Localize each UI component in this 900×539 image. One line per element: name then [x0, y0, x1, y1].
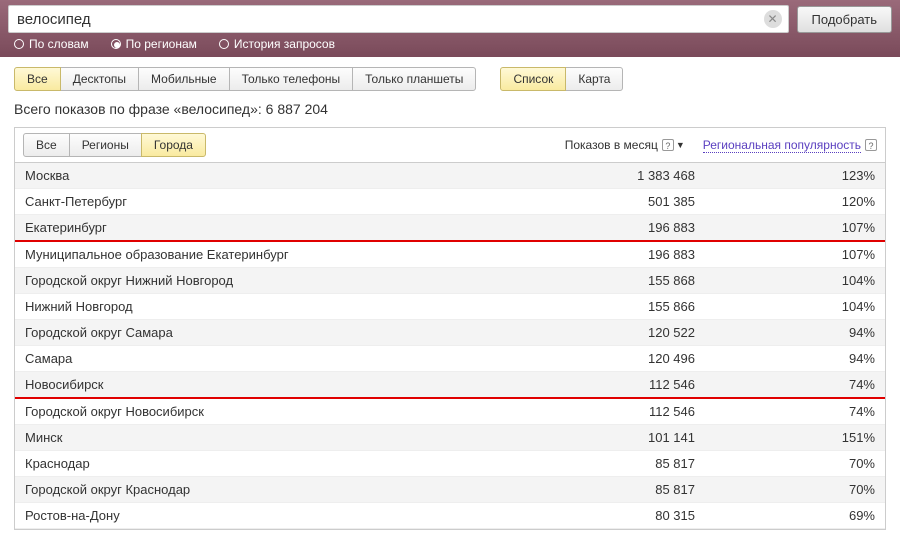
scope-tabs: ВсеРегионыГорода	[23, 133, 206, 157]
radio-label: По регионам	[126, 37, 197, 51]
scope-tab[interactable]: Все	[23, 133, 70, 157]
cell-region: Муниципальное образование Екатеринбург	[25, 247, 515, 262]
column-popularity-label[interactable]: Региональная популярность	[703, 138, 861, 153]
table-row: Городской округ Краснодар85 81770%	[15, 477, 885, 503]
table-row: Ростов-на-Дону80 31569%	[15, 503, 885, 529]
cell-popularity: 69%	[695, 508, 875, 523]
radio-icon	[111, 39, 121, 49]
cell-popularity: 74%	[695, 377, 875, 392]
radio-label: История запросов	[234, 37, 335, 51]
cell-popularity: 107%	[695, 247, 875, 262]
cell-popularity: 74%	[695, 404, 875, 419]
table-header: ВсеРегионыГорода Показов в месяц ? ▼ Рег…	[15, 128, 885, 163]
cell-shows: 80 315	[515, 508, 695, 523]
cell-popularity: 94%	[695, 325, 875, 340]
table-row: Новосибирск112 54674%	[15, 372, 885, 399]
submit-button[interactable]: Подобрать	[797, 6, 892, 33]
cell-shows: 120 496	[515, 351, 695, 366]
table-row: Городской округ Новосибирск112 54674%	[15, 399, 885, 425]
cell-popularity: 70%	[695, 482, 875, 497]
view-tabs: СписокКарта	[500, 67, 623, 91]
clear-icon[interactable]: ✕	[764, 10, 782, 28]
cell-region: Новосибирск	[25, 377, 515, 392]
device-tab[interactable]: Только телефоны	[229, 67, 354, 91]
table-row: Городской округ Самара120 52294%	[15, 320, 885, 346]
mode-radio[interactable]: История запросов	[219, 37, 335, 51]
cell-region: Минск	[25, 430, 515, 445]
cell-popularity: 94%	[695, 351, 875, 366]
sort-arrow-icon: ▼	[676, 140, 685, 150]
cell-shows: 196 883	[515, 220, 695, 235]
cell-region: Санкт-Петербург	[25, 194, 515, 209]
cell-region: Городской округ Новосибирск	[25, 404, 515, 419]
cell-shows: 501 385	[515, 194, 695, 209]
cell-popularity: 70%	[695, 456, 875, 471]
table-row: Краснодар85 81770%	[15, 451, 885, 477]
column-shows-label: Показов в месяц	[565, 138, 658, 152]
radio-icon	[219, 39, 229, 49]
cell-shows: 85 817	[515, 456, 695, 471]
cell-shows: 120 522	[515, 325, 695, 340]
table-row: Муниципальное образование Екатеринбург19…	[15, 242, 885, 268]
cell-region: Краснодар	[25, 456, 515, 471]
device-tabs: ВсеДесктопыМобильныеТолько телефоныТольк…	[14, 67, 476, 91]
table-row: Самара120 49694%	[15, 346, 885, 372]
results-table: ВсеРегионыГорода Показов в месяц ? ▼ Рег…	[14, 127, 886, 530]
cell-popularity: 104%	[695, 273, 875, 288]
table-row: Минск101 141151%	[15, 425, 885, 451]
mode-radio[interactable]: По словам	[14, 37, 89, 51]
cell-region: Городской округ Краснодар	[25, 482, 515, 497]
cell-shows: 85 817	[515, 482, 695, 497]
device-tab[interactable]: Только планшеты	[352, 67, 476, 91]
cell-shows: 196 883	[515, 247, 695, 262]
table-row: Санкт-Петербург501 385120%	[15, 189, 885, 215]
table-row: Нижний Новгород155 866104%	[15, 294, 885, 320]
view-tab[interactable]: Карта	[565, 67, 623, 91]
column-popularity[interactable]: Региональная популярность ?	[703, 138, 877, 153]
cell-region: Самара	[25, 351, 515, 366]
radio-icon	[14, 39, 24, 49]
search-input[interactable]	[9, 7, 764, 32]
filter-row: ВсеДесктопыМобильныеТолько телефоныТольк…	[0, 57, 900, 101]
cell-shows: 112 546	[515, 404, 695, 419]
cell-popularity: 151%	[695, 430, 875, 445]
cell-shows: 155 868	[515, 273, 695, 288]
cell-popularity: 123%	[695, 168, 875, 183]
cell-region: Нижний Новгород	[25, 299, 515, 314]
device-tab[interactable]: Мобильные	[138, 67, 230, 91]
cell-region: Москва	[25, 168, 515, 183]
cell-shows: 112 546	[515, 377, 695, 392]
view-tab[interactable]: Список	[500, 67, 566, 91]
help-icon[interactable]: ?	[865, 139, 877, 151]
cell-shows: 1 383 468	[515, 168, 695, 183]
cell-region: Ростов-на-Дону	[25, 508, 515, 523]
device-tab[interactable]: Все	[14, 67, 61, 91]
table-row: Городской округ Нижний Новгород155 86810…	[15, 268, 885, 294]
cell-region: Екатеринбург	[25, 220, 515, 235]
column-shows[interactable]: Показов в месяц ? ▼	[565, 138, 685, 152]
scope-tab[interactable]: Города	[141, 133, 206, 157]
cell-region: Городской округ Нижний Новгород	[25, 273, 515, 288]
summary-text: Всего показов по фразе «велосипед»: 6 88…	[0, 101, 900, 127]
cell-popularity: 120%	[695, 194, 875, 209]
help-icon[interactable]: ?	[662, 139, 674, 151]
table-row: Екатеринбург196 883107%	[15, 215, 885, 242]
cell-shows: 101 141	[515, 430, 695, 445]
radio-label: По словам	[29, 37, 89, 51]
mode-radio[interactable]: По регионам	[111, 37, 197, 51]
cell-region: Городской округ Самара	[25, 325, 515, 340]
search-input-wrap: ✕	[8, 5, 789, 33]
search-bar: ✕ Подобрать По словам По регионам История …	[0, 0, 900, 57]
table-row: Москва1 383 468123%	[15, 163, 885, 189]
cell-popularity: 104%	[695, 299, 875, 314]
cell-shows: 155 866	[515, 299, 695, 314]
cell-popularity: 107%	[695, 220, 875, 235]
device-tab[interactable]: Десктопы	[60, 67, 139, 91]
scope-tab[interactable]: Регионы	[69, 133, 142, 157]
